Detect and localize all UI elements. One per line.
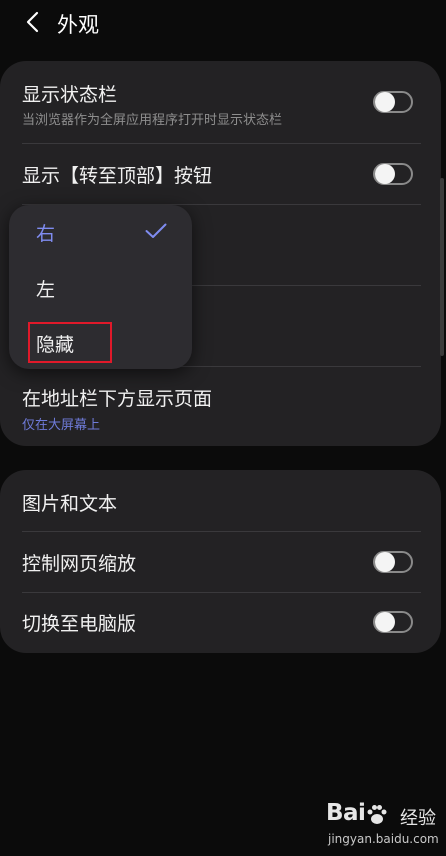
show-status-bar-subtitle: 当浏览器作为全屏应用程序打开时显示状态栏 <box>22 113 283 128</box>
address-bar-page-subtitle: 仅在大屏幕上 <box>22 418 101 433</box>
display-settings-card: 图片和文本 控制网页缩放 切换至电脑版 <box>0 470 441 653</box>
watermark-url: jingyan.baidu.com <box>328 832 439 846</box>
top-button-toggle[interactable] <box>373 163 413 185</box>
scrollbar[interactable] <box>440 178 444 356</box>
desktop-version-title: 切换至电脑版 <box>22 613 137 635</box>
status-bar-toggle[interactable] <box>373 91 413 113</box>
show-top-button-row[interactable]: 显示【转至顶部】按钮 <box>0 144 441 204</box>
toggle-knob <box>375 552 395 572</box>
option-right-label: 右 <box>36 223 56 245</box>
checkmark-icon <box>145 223 167 238</box>
page-title: 外观 <box>57 13 99 37</box>
zoom-control-title: 控制网页缩放 <box>22 553 137 575</box>
images-text-title: 图片和文本 <box>22 493 118 515</box>
images-text-row[interactable]: 图片和文本 <box>0 470 441 531</box>
app-header: 外观 <box>0 0 446 46</box>
back-arrow-icon[interactable] <box>22 10 46 34</box>
watermark-logo-text: Bai <box>326 800 366 826</box>
desktop-version-row[interactable]: 切换至电脑版 <box>0 593 441 653</box>
paw-icon <box>367 805 387 824</box>
baidu-jingyan-watermark: Bai 经验 jingyan.baidu.com <box>326 800 444 852</box>
watermark-jingyan-text: 经验 <box>400 808 436 829</box>
option-left-label: 左 <box>36 279 56 301</box>
toggle-knob <box>375 164 395 184</box>
show-status-bar-title: 显示状态栏 <box>22 84 118 106</box>
zoom-toggle[interactable] <box>373 551 413 573</box>
zoom-control-row[interactable]: 控制网页缩放 <box>0 532 441 592</box>
option-left[interactable]: 左 <box>9 261 192 315</box>
show-status-bar-row[interactable]: 显示状态栏 当浏览器作为全屏应用程序打开时显示状态栏 <box>0 61 441 143</box>
show-top-button-title: 显示【转至顶部】按钮 <box>22 165 213 187</box>
toggle-knob <box>375 92 395 112</box>
annotation-highlight-box <box>28 322 112 363</box>
desktop-toggle[interactable] <box>373 611 413 633</box>
address-bar-page-row[interactable]: 在地址栏下方显示页面 仅在大屏幕上 <box>0 367 441 446</box>
option-right[interactable]: 右 <box>9 205 192 259</box>
address-bar-page-title: 在地址栏下方显示页面 <box>22 388 213 410</box>
toggle-knob <box>375 612 395 632</box>
